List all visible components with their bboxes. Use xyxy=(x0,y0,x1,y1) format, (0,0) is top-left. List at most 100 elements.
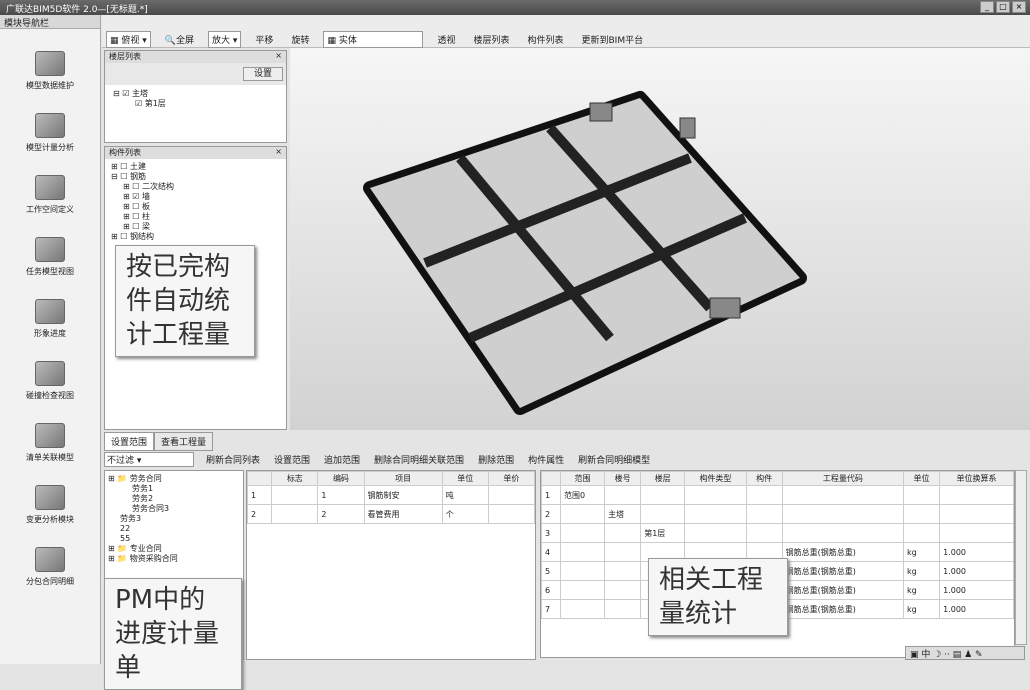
column-header[interactable]: 项目 xyxy=(363,471,443,486)
fullscreen-button[interactable]: 🔍全屏 xyxy=(161,31,198,48)
component-node[interactable]: ⊟ ☐ 钢筋 xyxy=(111,172,280,182)
tab-view-quantity[interactable]: 查看工程量 xyxy=(154,432,214,451)
close-icon[interactable]: × xyxy=(275,51,282,63)
nav-item[interactable]: 分包合同明细 xyxy=(0,547,100,587)
action-button[interactable]: 构件属性 xyxy=(528,453,564,466)
table-cell[interactable] xyxy=(559,580,606,600)
table-cell[interactable]: 1.000 xyxy=(939,561,1014,581)
table-cell[interactable] xyxy=(781,485,904,505)
table-cell[interactable]: 钢筋制安 xyxy=(363,485,443,505)
contract-node[interactable]: 22 xyxy=(108,524,240,534)
table-cell[interactable] xyxy=(939,485,1014,505)
rotate-button[interactable]: 旋转 xyxy=(287,31,313,48)
table-cell[interactable]: 1.000 xyxy=(939,599,1014,619)
contract-node[interactable]: ⊞ 📁 专业合同 xyxy=(108,544,240,554)
transparent-button[interactable]: 透视 xyxy=(433,31,459,48)
component-node[interactable]: ⊞ ☐ 二次结构 xyxy=(111,182,280,192)
table-cell[interactable] xyxy=(939,504,1014,524)
table-cell[interactable]: 钢筋总重(钢筋总重) xyxy=(781,580,904,600)
column-header[interactable] xyxy=(246,471,273,486)
table-cell[interactable] xyxy=(559,542,606,562)
table-cell[interactable]: kg xyxy=(902,542,941,562)
table-cell[interactable] xyxy=(487,504,536,524)
table-cell[interactable] xyxy=(745,485,783,505)
table-cell[interactable]: kg xyxy=(902,561,941,581)
table-cell[interactable]: 2 xyxy=(246,504,273,524)
table-cell[interactable]: 第1层 xyxy=(640,523,686,543)
maximize-button[interactable]: □ xyxy=(996,1,1010,13)
component-node[interactable]: ⊞ ☑ 墙 xyxy=(111,192,280,202)
table-row[interactable]: 1 范围0 xyxy=(541,485,1014,505)
nav-item[interactable]: 模型计量分析 xyxy=(0,113,100,153)
vertical-scrollbar[interactable] xyxy=(1015,470,1027,645)
table-cell[interactable] xyxy=(902,523,941,543)
action-button[interactable]: 删除合同明细关联范围 xyxy=(374,453,464,466)
table-cell[interactable]: 4 xyxy=(541,542,561,562)
nav-item[interactable]: 形象进度 xyxy=(0,299,100,339)
tree-node-tower[interactable]: ⊟ ☑ 主塔 xyxy=(113,89,278,99)
column-header[interactable]: 单位换算系 xyxy=(939,471,1014,486)
table-cell[interactable] xyxy=(559,599,606,619)
table-cell[interactable]: kg xyxy=(902,580,941,600)
table-cell[interactable]: 1.000 xyxy=(939,580,1014,600)
table-cell[interactable]: 钢筋总重(钢筋总重) xyxy=(781,599,904,619)
component-node[interactable]: ⊞ ☐ 板 xyxy=(111,202,280,212)
table-cell[interactable]: 5 xyxy=(541,561,561,581)
column-header[interactable]: 标志 xyxy=(271,471,319,486)
contract-node[interactable]: ⊞ 📁 物资采购合同 xyxy=(108,554,240,564)
table-cell[interactable] xyxy=(781,523,904,543)
column-header[interactable]: 楼号 xyxy=(604,471,642,486)
column-header[interactable]: 构件类型 xyxy=(684,471,747,486)
table-cell[interactable] xyxy=(745,523,783,543)
column-header[interactable] xyxy=(541,471,561,486)
table-cell[interactable] xyxy=(559,504,606,524)
table-cell[interactable] xyxy=(604,580,642,600)
column-header[interactable]: 范围 xyxy=(559,471,606,486)
table-row[interactable]: 3 第1层 xyxy=(541,523,1014,543)
update-bim-button[interactable]: 更新到BIM平台 xyxy=(578,31,648,48)
table-row[interactable]: 2 主塔 xyxy=(541,504,1014,524)
table-cell[interactable]: 吨 xyxy=(441,485,489,505)
nav-item[interactable]: 工作空间定义 xyxy=(0,175,100,215)
action-button[interactable]: 删除范围 xyxy=(478,453,514,466)
table-cell[interactable]: 6 xyxy=(541,580,561,600)
column-header[interactable]: 工程量代码 xyxy=(781,471,904,486)
action-button[interactable]: 刷新合同列表 xyxy=(206,453,260,466)
table-cell[interactable]: 钢筋总重(钢筋总重) xyxy=(781,561,904,581)
table-cell[interactable] xyxy=(684,523,747,543)
table-cell[interactable] xyxy=(745,504,783,524)
nav-item[interactable]: 模型数据维护 xyxy=(0,51,100,91)
tab-set-range[interactable]: 设置范围 xyxy=(104,432,155,451)
component-node[interactable]: ⊞ ☐ 梁 xyxy=(111,222,280,232)
column-header[interactable]: 楼层 xyxy=(640,471,686,486)
table-cell[interactable] xyxy=(271,485,319,505)
table-cell[interactable] xyxy=(902,485,941,505)
table-cell[interactable]: 主塔 xyxy=(604,504,642,524)
minimize-button[interactable]: _ xyxy=(980,1,994,13)
table-cell[interactable]: 2 xyxy=(317,504,365,524)
column-header[interactable]: 编码 xyxy=(317,471,365,486)
table-cell[interactable] xyxy=(902,504,941,524)
table-cell[interactable] xyxy=(604,561,642,581)
table-cell[interactable]: 个 xyxy=(441,504,489,524)
component-list-button[interactable]: 构件列表 xyxy=(523,31,567,48)
tree-node-floor1[interactable]: ☑ 第1层 xyxy=(113,99,278,109)
table-cell[interactable] xyxy=(559,561,606,581)
set-button[interactable]: 设置 xyxy=(242,67,283,81)
table-cell[interactable]: 1 xyxy=(246,485,273,505)
contract-node[interactable]: 55 xyxy=(108,534,240,544)
table-cell[interactable]: 1 xyxy=(317,485,365,505)
component-node[interactable]: ⊞ ☐ 土建 xyxy=(111,162,280,172)
table-row[interactable]: 1 1 钢筋制安吨 xyxy=(246,485,536,505)
table-cell[interactable]: 3 xyxy=(541,523,561,543)
nav-item[interactable]: 任务模型视图 xyxy=(0,237,100,277)
table-cell[interactable] xyxy=(271,504,319,524)
table-cell[interactable] xyxy=(604,485,642,505)
contract-node[interactable]: 劳务2 xyxy=(108,494,240,504)
table-cell[interactable] xyxy=(684,485,747,505)
component-node[interactable]: ⊞ ☐ 钢结构 xyxy=(111,232,280,242)
nav-item[interactable]: 变更分析模块 xyxy=(0,485,100,525)
table-cell[interactable] xyxy=(781,504,904,524)
nav-item[interactable]: 碰撞检查视图 xyxy=(0,361,100,401)
contract-node[interactable]: 劳务3 xyxy=(108,514,240,524)
